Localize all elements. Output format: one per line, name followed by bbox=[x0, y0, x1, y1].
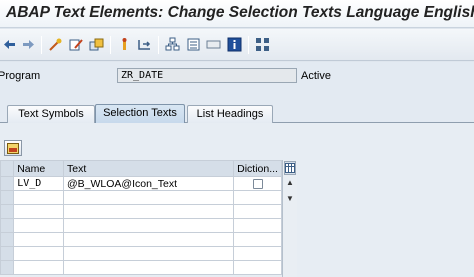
tab-list-headings[interactable]: List Headings bbox=[187, 105, 273, 123]
navigate-icon[interactable] bbox=[137, 37, 152, 52]
application-toolbar bbox=[0, 29, 474, 61]
text-cell[interactable] bbox=[62, 246, 235, 261]
text-cell[interactable] bbox=[62, 232, 235, 247]
display-change-icon[interactable] bbox=[69, 37, 84, 52]
details-button[interactable] bbox=[4, 140, 22, 156]
row-selector[interactable] bbox=[0, 176, 15, 191]
column-layout-icon bbox=[285, 163, 295, 173]
program-label: Program bbox=[0, 70, 41, 82]
name-cell[interactable]: LV_D bbox=[13, 176, 64, 191]
info-icon[interactable] bbox=[227, 37, 242, 52]
forward-arrow-icon[interactable] bbox=[21, 37, 36, 52]
toolbar-separator bbox=[158, 36, 159, 54]
table-row[interactable] bbox=[0, 218, 282, 233]
table-header-row: Name Text Diction... bbox=[0, 160, 282, 177]
tab-selection-texts[interactable]: Selection Texts bbox=[95, 104, 185, 123]
title-bar: ABAP Text Elements: Change Selection Tex… bbox=[0, 0, 474, 28]
column-header-dictionary[interactable]: Diction... bbox=[233, 160, 282, 177]
table-row[interactable] bbox=[0, 246, 282, 261]
text-cell[interactable] bbox=[62, 218, 235, 233]
scroll-up-icon[interactable]: ▲ bbox=[286, 178, 294, 187]
name-cell[interactable] bbox=[13, 204, 64, 219]
name-cell[interactable] bbox=[13, 232, 64, 247]
table-row[interactable]: LV_D @B_WLOA@Icon_Text bbox=[0, 176, 282, 191]
row-selector[interactable] bbox=[0, 190, 15, 205]
name-cell[interactable] bbox=[13, 246, 64, 261]
dictionary-cell[interactable] bbox=[233, 260, 282, 275]
blank-icon[interactable] bbox=[206, 37, 221, 52]
display-object-list-icon[interactable] bbox=[165, 37, 180, 52]
toolbar-separator bbox=[248, 36, 249, 54]
name-cell[interactable] bbox=[13, 260, 64, 275]
dictionary-cell[interactable] bbox=[233, 246, 282, 261]
dictionary-cell[interactable] bbox=[233, 190, 282, 205]
program-status: Active bbox=[301, 70, 331, 82]
table-row[interactable] bbox=[0, 190, 282, 205]
other-object-icon[interactable] bbox=[48, 37, 63, 52]
dictionary-cell[interactable] bbox=[233, 218, 282, 233]
back-arrow-icon[interactable] bbox=[2, 37, 17, 52]
column-header-text[interactable]: Text bbox=[62, 160, 235, 177]
name-cell[interactable] bbox=[13, 218, 64, 233]
table-settings-icon bbox=[7, 142, 19, 154]
table-row[interactable] bbox=[0, 260, 282, 275]
table-row[interactable] bbox=[0, 204, 282, 219]
toolbar-separator bbox=[41, 36, 42, 54]
dictionary-cell[interactable] bbox=[233, 232, 282, 247]
window-title: ABAP Text Elements: Change Selection Tex… bbox=[6, 4, 474, 21]
column-header-dictionary-label: Diction... bbox=[237, 162, 278, 175]
row-selector-header[interactable] bbox=[0, 160, 15, 177]
selection-texts-table: Name Text Diction... LV_D @B_WLOA@Icon_T… bbox=[0, 160, 282, 275]
dictionary-cell[interactable] bbox=[233, 176, 282, 191]
program-field[interactable]: ZR_DATE bbox=[117, 68, 297, 83]
text-cell[interactable]: @B_WLOA@Icon_Text bbox=[62, 176, 235, 191]
row-selector[interactable] bbox=[0, 232, 15, 247]
row-selector[interactable] bbox=[0, 204, 15, 219]
column-config-button[interactable] bbox=[284, 161, 296, 175]
name-cell[interactable] bbox=[13, 190, 64, 205]
row-selector[interactable] bbox=[0, 218, 15, 233]
dictionary-cell[interactable] bbox=[233, 204, 282, 219]
column-header-name[interactable]: Name bbox=[13, 160, 64, 177]
table-row[interactable] bbox=[0, 232, 282, 247]
hierarchy-icon[interactable] bbox=[186, 37, 201, 52]
text-cell[interactable] bbox=[62, 204, 235, 219]
row-selector[interactable] bbox=[0, 246, 15, 261]
compare-icon[interactable] bbox=[255, 37, 270, 52]
tab-text-symbols[interactable]: Text Symbols bbox=[7, 105, 95, 123]
text-cell[interactable] bbox=[62, 190, 235, 205]
activate-icon[interactable] bbox=[89, 37, 104, 52]
row-selector[interactable] bbox=[0, 260, 15, 275]
where-used-icon[interactable] bbox=[117, 37, 132, 52]
table-vertical-scrollbar[interactable]: ▲ ▼ bbox=[282, 160, 297, 277]
dictionary-checkbox[interactable] bbox=[252, 178, 263, 189]
scroll-down-icon[interactable]: ▼ bbox=[286, 194, 294, 203]
text-cell[interactable] bbox=[62, 260, 235, 275]
toolbar-separator bbox=[110, 36, 111, 54]
